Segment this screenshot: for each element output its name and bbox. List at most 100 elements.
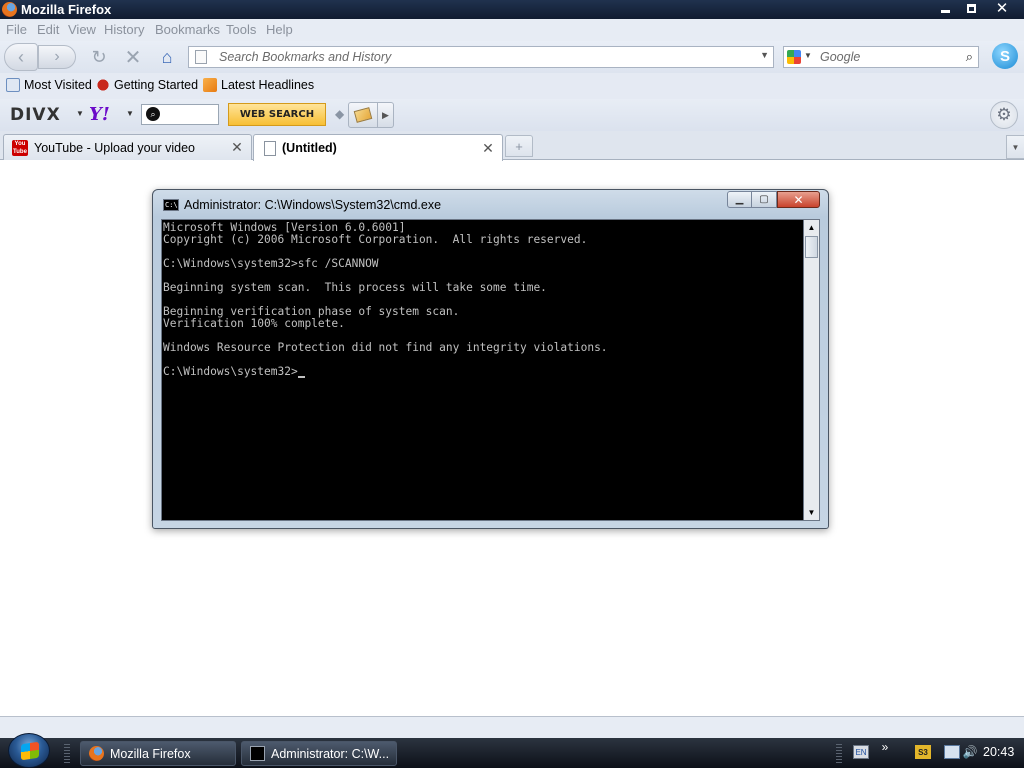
close-tab-icon[interactable]: ✕ [229, 139, 245, 156]
bookmark-latest-headlines[interactable]: Latest Headlines [203, 78, 314, 92]
stop-button[interactable]: ✕ [122, 46, 144, 69]
volume-icon[interactable]: 🔊 [962, 745, 978, 759]
network-icon[interactable] [944, 745, 960, 759]
taskbar-button-firefox[interactable]: Mozilla Firefox [80, 741, 236, 766]
cmd-close-button[interactable]: ✕ [777, 191, 820, 208]
console-line: Beginning system scan. This process will… [163, 281, 547, 294]
yahoo-search-input[interactable]: ⌕ [141, 104, 219, 125]
menu-bookmarks[interactable]: Bookmarks [155, 22, 220, 37]
back-button[interactable]: ‹ [4, 43, 38, 71]
search-icon[interactable]: ⌕ [966, 49, 973, 65]
menu-view[interactable]: View [68, 22, 96, 37]
menu-tools[interactable]: Tools [226, 22, 256, 37]
google-icon[interactable] [787, 50, 801, 64]
list-all-tabs-button[interactable]: ▼ [1006, 135, 1024, 159]
yahoo-logo[interactable]: Y! [89, 104, 110, 125]
close-tab-icon[interactable]: ✕ [480, 140, 496, 157]
divx-dropdown-icon[interactable]: ▼ [76, 109, 84, 118]
tab-untitled[interactable]: (Untitled) ✕ [253, 134, 503, 161]
bookmark-getting-started[interactable]: Getting Started [96, 78, 198, 92]
start-button[interactable] [8, 733, 50, 768]
yahoo-dropdown-icon[interactable]: ▼ [126, 109, 134, 118]
show-hidden-icons-icon[interactable]: » [877, 740, 893, 754]
yahoo-search-icon: ⌕ [146, 107, 160, 121]
search-bar[interactable]: ▼ Google ⌕ [783, 46, 979, 68]
reload-icon: ↻ [91, 46, 107, 67]
s3-tray-icon[interactable]: S3 [915, 745, 931, 759]
taskbar-button-label: Mozilla Firefox [110, 746, 191, 761]
most-visited-icon [6, 78, 20, 92]
bookmark-most-visited[interactable]: Most Visited [6, 78, 92, 92]
bookmark-label: Getting Started [114, 78, 199, 92]
maximize-button[interactable] [958, 0, 984, 16]
search-placeholder: Google [820, 50, 861, 64]
tab-label: (Untitled) [282, 141, 337, 155]
menu-file[interactable]: File [6, 22, 27, 37]
clock[interactable]: 20:43 [983, 745, 1014, 759]
close-window-button[interactable]: ✕ [984, 0, 1020, 17]
gear-icon[interactable]: ⚙ [990, 101, 1018, 129]
cmd-icon[interactable]: C:\ [163, 199, 179, 211]
scrollbar-thumb[interactable] [805, 236, 818, 258]
cmd-scrollbar[interactable]: ▲ ▼ [804, 219, 820, 521]
menu-help[interactable]: Help [266, 22, 293, 37]
window-title: Mozilla Firefox [21, 2, 112, 17]
tab-youtube[interactable]: You Tube YouTube - Upload your video ✕ [3, 134, 252, 160]
console-line: Windows Resource Protection did not find… [163, 341, 608, 354]
more-tools-arrow-icon[interactable]: ▶ [378, 102, 394, 128]
divx-yahoo-toolbar: DIVX ▼ Y! ▼ ⌕ WEB SEARCH ◆ ▶ ⚙ [0, 99, 1024, 131]
toolbar-tool-button[interactable] [348, 102, 378, 128]
cmd-maximize-button[interactable]: ▢ [752, 191, 777, 208]
stop-icon: ✕ [124, 46, 142, 69]
url-placeholder: Search Bookmarks and History [219, 50, 392, 64]
cmd-minimize-button[interactable]: ▁ [727, 191, 752, 208]
toolbar-separator-icon: ◆ [335, 107, 345, 121]
minimize-icon [940, 9, 950, 13]
taskbar-button-label: Administrator: C:\W... [271, 746, 390, 761]
web-search-button[interactable]: WEB SEARCH [228, 103, 326, 126]
menu-history[interactable]: History [104, 22, 144, 37]
home-icon: ⌂ [161, 46, 173, 67]
taskbar-button-cmd[interactable]: Administrator: C:\W... [241, 741, 397, 766]
getting-started-icon [96, 78, 110, 92]
bookmark-label: Latest Headlines [221, 78, 315, 92]
cmd-console[interactable]: Microsoft Windows [Version 6.0.6001] Copy… [161, 219, 804, 521]
scroll-up-icon[interactable]: ▲ [804, 220, 819, 235]
console-line: Copyright (c) 2006 Microsoft Corporation… [163, 233, 588, 246]
title-bar: Mozilla Firefox ✕ [0, 0, 1024, 19]
tab-strip: You Tube YouTube - Upload your video ✕ (U… [0, 131, 1024, 161]
youtube-favicon-icon: You Tube [12, 139, 28, 156]
navigation-toolbar: ‹ › ↻ ✕ ⌂ Search Bookmarks and History ▼… [0, 41, 1024, 73]
restore-icon [966, 3, 976, 13]
scroll-down-icon[interactable]: ▼ [804, 505, 819, 520]
back-arrow-icon: ‹ [18, 46, 24, 67]
menu-edit[interactable]: Edit [37, 22, 59, 37]
tool-icon [353, 107, 373, 123]
cmd-title-bar[interactable]: C:\ Administrator: C:\Windows\System32\c… [153, 190, 828, 218]
taskbar-grip[interactable] [64, 744, 70, 764]
reload-button[interactable]: ↻ [88, 46, 110, 68]
blank-page-icon [264, 140, 276, 156]
url-bar[interactable]: Search Bookmarks and History ▼ [188, 46, 774, 68]
divx-logo[interactable]: DIVX [10, 105, 61, 125]
keyboard-layout-icon[interactable]: EN [853, 745, 869, 759]
window-controls: ✕ [932, 0, 1020, 17]
menu-bar: File Edit View History Bookmarks Tools H… [0, 19, 1024, 41]
status-bar [0, 716, 1024, 738]
console-line: C:\Windows\system32>sfc /SCANNOW [163, 257, 379, 270]
tab-label: YouTube - Upload your video [34, 140, 195, 155]
bookmarks-toolbar: Most Visited Getting Started Latest Head… [0, 73, 1024, 99]
search-engine-dropdown-icon[interactable]: ▼ [804, 51, 812, 60]
home-button[interactable]: ⌂ [156, 46, 178, 68]
forward-button[interactable]: › [38, 45, 76, 69]
minimize-button[interactable] [932, 0, 958, 16]
cmd-window[interactable]: C:\ Administrator: C:\Windows\System32\c… [152, 189, 829, 529]
console-line: C:\Windows\system32> [163, 366, 608, 378]
new-tab-button[interactable]: + [505, 135, 533, 157]
cmd-window-title: Administrator: C:\Windows\System32\cmd.e… [184, 198, 442, 212]
cmd-output: Microsoft Windows [Version 6.0.6001] Copy… [163, 222, 608, 378]
url-history-dropdown-icon[interactable]: ▼ [760, 50, 769, 60]
rss-icon [203, 78, 217, 92]
skype-icon[interactable]: S [992, 43, 1018, 69]
text-cursor [297, 376, 305, 378]
